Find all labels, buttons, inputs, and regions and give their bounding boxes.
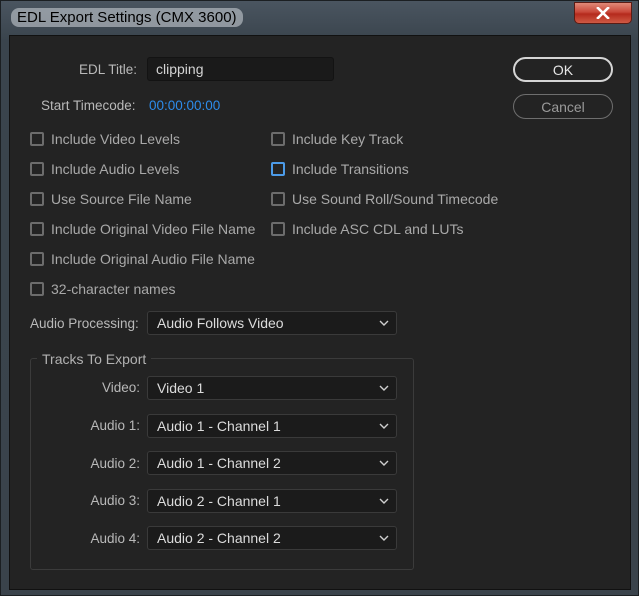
close-icon: [596, 7, 610, 19]
checkbox-label: 32-character names: [51, 281, 176, 297]
track-label-audio-1: Audio 1:: [90, 418, 140, 433]
checkbox-include-audio-levels[interactable]: Include Audio Levels: [30, 159, 179, 179]
track-select-audio-3[interactable]: Audio 2 - Channel 1: [147, 489, 397, 513]
edl-title-input[interactable]: clipping: [147, 57, 334, 81]
audio-processing-label: Audio Processing:: [30, 316, 139, 331]
checkbox-label: Include ASC CDL and LUTs: [292, 221, 464, 237]
checkbox-label: Use Sound Roll/Sound Timecode: [292, 191, 499, 207]
start-timecode-label: Start Timecode:: [41, 98, 136, 113]
start-timecode-value[interactable]: 00:00:00:00: [149, 98, 220, 113]
cancel-button[interactable]: Cancel: [513, 94, 613, 119]
track-select-audio-4[interactable]: Audio 2 - Channel 2: [147, 526, 397, 550]
checkbox-box[interactable]: [30, 222, 44, 236]
checkbox-box[interactable]: [30, 162, 44, 176]
select-value: Audio 1 - Channel 2: [157, 455, 281, 471]
checkbox-include-original-audio-file-name[interactable]: Include Original Audio File Name: [30, 249, 255, 269]
checkbox-box[interactable]: [30, 252, 44, 266]
track-label-audio-4: Audio 4:: [90, 531, 140, 546]
ok-button[interactable]: OK: [513, 57, 613, 82]
chevron-down-icon: [379, 498, 389, 504]
select-value: Audio 2 - Channel 2: [157, 530, 281, 546]
checkbox-box[interactable]: [30, 192, 44, 206]
dialog-body: EDL Title: clipping Start Timecode: 00:0…: [9, 35, 631, 590]
audio-processing-select[interactable]: Audio Follows Video: [147, 311, 397, 335]
checkbox-box[interactable]: [271, 222, 285, 236]
checkbox-use-sound-roll-timecode[interactable]: Use Sound Roll/Sound Timecode: [271, 189, 498, 209]
checkbox-include-key-track[interactable]: Include Key Track: [271, 129, 403, 149]
checkbox-label: Include Transitions: [292, 161, 409, 177]
checkbox-include-original-video-file-name[interactable]: Include Original Video File Name: [30, 219, 255, 239]
close-button[interactable]: [574, 2, 632, 24]
track-label-audio-3: Audio 3:: [90, 493, 140, 508]
track-select-audio-2[interactable]: Audio 1 - Channel 2: [147, 451, 397, 475]
chevron-down-icon: [379, 385, 389, 391]
checkbox-box[interactable]: [30, 282, 44, 296]
checkbox-include-asc-cdl-luts[interactable]: Include ASC CDL and LUTs: [271, 219, 463, 239]
tracks-to-export-title: Tracks To Export: [37, 351, 152, 367]
checkbox-use-source-file-name[interactable]: Use Source File Name: [30, 189, 192, 209]
checkbox-label: Include Audio Levels: [51, 161, 180, 177]
select-value: Audio 2 - Channel 1: [157, 493, 281, 509]
checkbox-label: Include Original Video File Name: [51, 221, 256, 237]
select-value: Video 1: [157, 380, 205, 396]
checkbox-label: Include Key Track: [292, 131, 404, 147]
chevron-down-icon: [379, 535, 389, 541]
checkbox-box[interactable]: [30, 132, 44, 146]
select-value: Audio Follows Video: [157, 315, 284, 331]
checkbox-include-transitions[interactable]: Include Transitions: [271, 159, 409, 179]
checkbox-label: Include Video Levels: [51, 131, 180, 147]
checkbox-box[interactable]: [271, 192, 285, 206]
title-bar[interactable]: EDL Export Settings (CMX 3600): [1, 1, 638, 35]
track-label-video: Video:: [101, 380, 140, 395]
select-value: Audio 1 - Channel 1: [157, 418, 281, 434]
window-title: EDL Export Settings (CMX 3600): [11, 8, 243, 27]
track-select-video[interactable]: Video 1: [147, 376, 397, 400]
checkbox-box[interactable]: [271, 132, 285, 146]
track-label-audio-2: Audio 2:: [90, 456, 140, 471]
checkbox-include-video-levels[interactable]: Include Video Levels: [30, 129, 180, 149]
export-settings-window: EDL Export Settings (CMX 3600) EDL Title…: [0, 0, 639, 596]
checkbox-box[interactable]: [271, 162, 285, 176]
checkbox-label: Include Original Audio File Name: [51, 251, 255, 267]
checkbox-label: Use Source File Name: [51, 191, 192, 207]
chevron-down-icon: [379, 460, 389, 466]
chevron-down-icon: [379, 320, 389, 326]
checkbox-32-character-names[interactable]: 32-character names: [30, 279, 176, 299]
chevron-down-icon: [379, 423, 389, 429]
track-select-audio-1[interactable]: Audio 1 - Channel 1: [147, 414, 397, 438]
edl-title-label: EDL Title:: [78, 62, 137, 77]
